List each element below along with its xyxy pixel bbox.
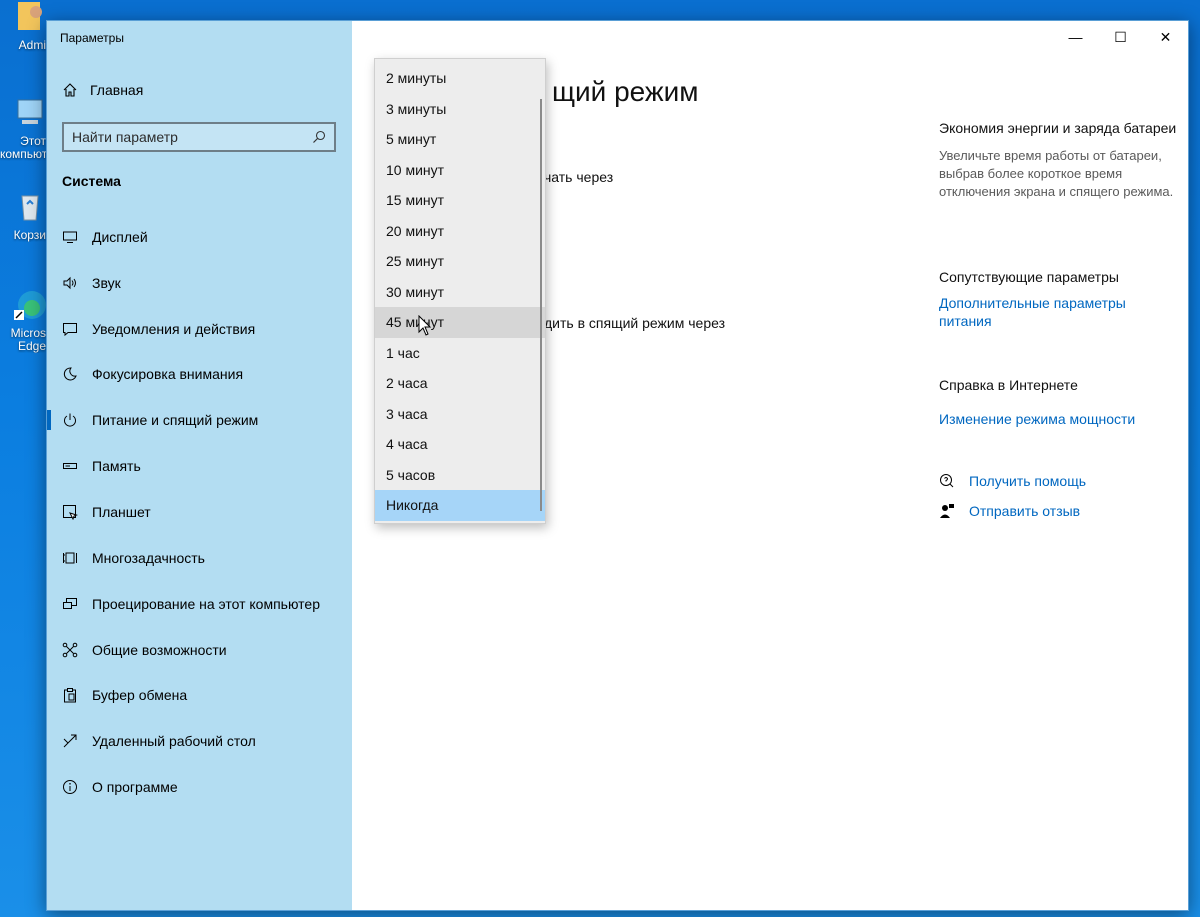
mouse-pointer-icon [418, 315, 432, 336]
sidebar-item-remote-desktop[interactable]: Удаленный рабочий стол [47, 718, 352, 764]
section-title: Система [62, 173, 121, 189]
window-title: Параметры [60, 31, 124, 45]
home-icon [63, 83, 77, 97]
screen-timeout-label: чать через [544, 169, 614, 185]
sidebar-item-label: Планшет [92, 503, 151, 520]
get-help-label: Получить помощь [969, 473, 1087, 489]
computer-icon [17, 99, 43, 124]
dropdown-option[interactable]: 25 минут [375, 246, 545, 277]
close-button[interactable]: ✕ [1143, 21, 1188, 53]
storage-icon [62, 458, 78, 474]
get-help-link[interactable]: Получить помощь [939, 473, 1086, 489]
feedback-label: Отправить отзыв [969, 503, 1081, 519]
desktop-icon-recycle-bin[interactable]: Корзи [0, 190, 46, 242]
sidebar-item-label: Многозадачность [92, 549, 205, 566]
sidebar-item-sound[interactable]: Звук [47, 260, 352, 306]
additional-power-settings-link[interactable]: Дополнительные параметры питания [939, 294, 1139, 330]
sidebar-item-clipboard[interactable]: Буфер обмена [47, 672, 352, 718]
speaker-icon [62, 275, 78, 291]
edge-browser-icon [14, 291, 46, 320]
recycle-bin-icon [21, 195, 39, 221]
dropdown-option[interactable]: 10 минут [375, 155, 545, 186]
desktop-icon-label: Корзи [13, 229, 46, 242]
shared-experiences-icon [62, 642, 78, 658]
sidebar-item-about[interactable]: О программе [47, 764, 352, 810]
search-box[interactable] [62, 122, 336, 152]
sidebar-nav: Дисплей Звук Уведомления и действия Фоку… [47, 214, 352, 810]
moon-icon [62, 366, 78, 382]
dropdown-option[interactable]: 15 минут [375, 185, 545, 216]
tablet-icon [62, 504, 78, 520]
energy-heading: Экономия энергии и заряда батареи [939, 120, 1177, 136]
desktop-icon-label: Micros Edge [10, 327, 46, 353]
sidebar-item-label: Удаленный рабочий стол [92, 733, 256, 750]
dropdown-option[interactable]: 3 часа [375, 399, 545, 430]
sidebar-item-label: Звук [92, 274, 121, 291]
dropdown-option-hovered[interactable]: 45 минут [375, 307, 545, 338]
sidebar-item-storage[interactable]: Память [47, 443, 352, 489]
desktop-icon-user-folder[interactable]: Admi [0, 0, 46, 52]
search-icon[interactable] [312, 130, 326, 144]
sidebar-item-shared-experiences[interactable]: Общие возможности [47, 627, 352, 673]
folder-user-icon [18, 2, 42, 30]
sidebar-item-focus-assist[interactable]: Фокусировка внимания [47, 352, 352, 398]
dropdown-option[interactable]: 20 минут [375, 216, 545, 247]
dropdown-option-selected[interactable]: Никогда [375, 490, 545, 521]
desktop-icon-edge[interactable]: Micros Edge [0, 288, 46, 353]
feedback-person-icon [940, 504, 954, 518]
help-chat-icon [940, 474, 954, 488]
page-title: щий режим [552, 76, 699, 107]
sidebar-item-display[interactable]: Дисплей [47, 214, 352, 260]
desktop-icon-label: Этот компьютер [0, 135, 46, 161]
settings-window: Параметры Главная Система Дисплей Звук У… [46, 20, 1189, 911]
caption-buttons: — ☐ ✕ [1053, 21, 1188, 53]
web-help-heading: Справка в Интернете [939, 377, 1078, 393]
remote-desktop-icon [62, 733, 78, 749]
change-power-mode-link[interactable]: Изменение режима мощности [939, 410, 1169, 428]
sidebar-item-notifications[interactable]: Уведомления и действия [47, 306, 352, 352]
search-input[interactable] [72, 129, 312, 145]
sleep-timeout-label: дить в спящий режим через [544, 315, 726, 331]
desktop-icon-this-pc[interactable]: Этот компьютер [0, 96, 46, 161]
dropdown-option[interactable]: 1 час [375, 338, 545, 369]
maximize-button[interactable]: ☐ [1098, 21, 1143, 53]
clipboard-icon [62, 687, 78, 703]
display-icon [62, 229, 78, 245]
sidebar-item-label: О программе [92, 779, 178, 796]
sidebar-item-label: Уведомления и действия [92, 320, 256, 337]
dropdown-scrollbar[interactable] [540, 99, 542, 511]
multitasking-icon [62, 550, 78, 566]
sidebar-item-label: Дисплей [92, 228, 148, 245]
sidebar-item-tablet[interactable]: Планшет [47, 489, 352, 535]
sidebar-item-power-sleep[interactable]: Питание и спящий режим [47, 397, 352, 443]
sidebar: Параметры Главная Система Дисплей Звук У… [47, 21, 352, 910]
dropdown-option[interactable]: 5 минут [375, 124, 545, 155]
dropdown-option[interactable]: 3 минуты [375, 94, 545, 125]
sidebar-home-label: Главная [90, 82, 144, 98]
dropdown-option[interactable]: 5 часов [375, 460, 545, 491]
sidebar-item-multitasking[interactable]: Многозадачность [47, 535, 352, 581]
desktop-icon-label: Admi [18, 39, 46, 52]
info-icon [62, 779, 78, 795]
sidebar-item-label: Общие возможности [92, 641, 227, 658]
feedback-link[interactable]: Отправить отзыв [939, 503, 1080, 519]
dropdown-option[interactable]: 4 часа [375, 429, 545, 460]
notification-icon [62, 321, 78, 337]
sleep-timeout-dropdown-list[interactable]: 2 минуты 3 минуты 5 минут 10 минут 15 ми… [374, 58, 546, 524]
sidebar-item-projection[interactable]: Проецирование на этот компьютер [47, 581, 352, 627]
sidebar-home[interactable]: Главная [62, 82, 143, 98]
dropdown-option[interactable]: 2 минуты [375, 63, 545, 94]
minimize-button[interactable]: — [1053, 21, 1098, 53]
related-settings-heading: Сопутствующие параметры [939, 269, 1119, 285]
dropdown-option[interactable]: 2 часа [375, 368, 545, 399]
sidebar-item-label: Питание и спящий режим [92, 412, 259, 429]
sidebar-item-label: Буфер обмена [92, 687, 188, 704]
energy-description: Увеличьте время работы от батареи, выбра… [939, 148, 1174, 199]
projection-icon [62, 596, 78, 612]
sidebar-item-label: Память [92, 458, 141, 475]
sidebar-item-label: Фокусировка внимания [92, 366, 244, 383]
dropdown-option[interactable]: 30 минут [375, 277, 545, 308]
power-icon [62, 412, 78, 428]
sidebar-item-label: Проецирование на этот компьютер [92, 595, 320, 612]
